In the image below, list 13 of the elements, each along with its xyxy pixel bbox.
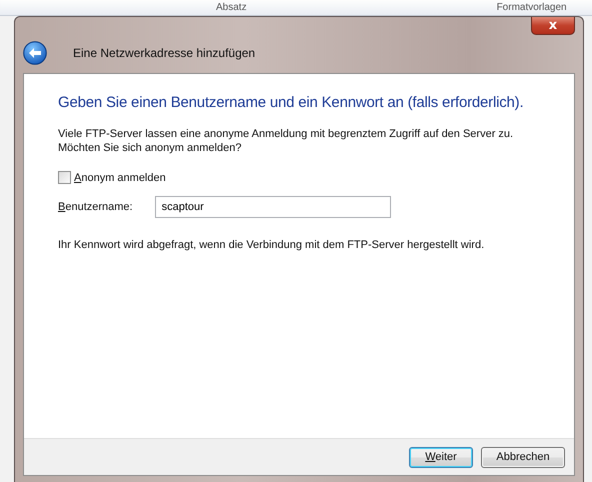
window-title: Eine Netzwerkadresse hinzufügen [73,46,256,60]
next-button[interactable]: Weiter [409,446,473,468]
field-label: Benutzername: [58,201,133,213]
close-button[interactable]: x [531,17,575,35]
ribbon-group-label: Formatvorlagen [496,2,567,14]
cancel-button[interactable]: Abbrechen [481,446,565,468]
username-field[interactable]: scaptour [154,196,391,218]
intro-text: Viele FTP-Server lassen eine anonyme Anmeldung mit begrenztem Zugriff auf den Server zu. Möchten Sie sich anonym anmelden? [58,127,514,155]
instruction-heading: Geben Sie einen Benutzername und ein Kennwort an (falls erforderlich). [58,94,524,111]
ribbon-group-label: Absatz [216,2,247,14]
anonymous-checkbox[interactable] [58,171,71,184]
password-note: Ihr Kennwort wird abgefragt, wenn die Verbindung mit dem FTP-Server hergestellt wird. [58,238,486,252]
checkbox-label[interactable]: Anonym anmelden [74,172,166,184]
